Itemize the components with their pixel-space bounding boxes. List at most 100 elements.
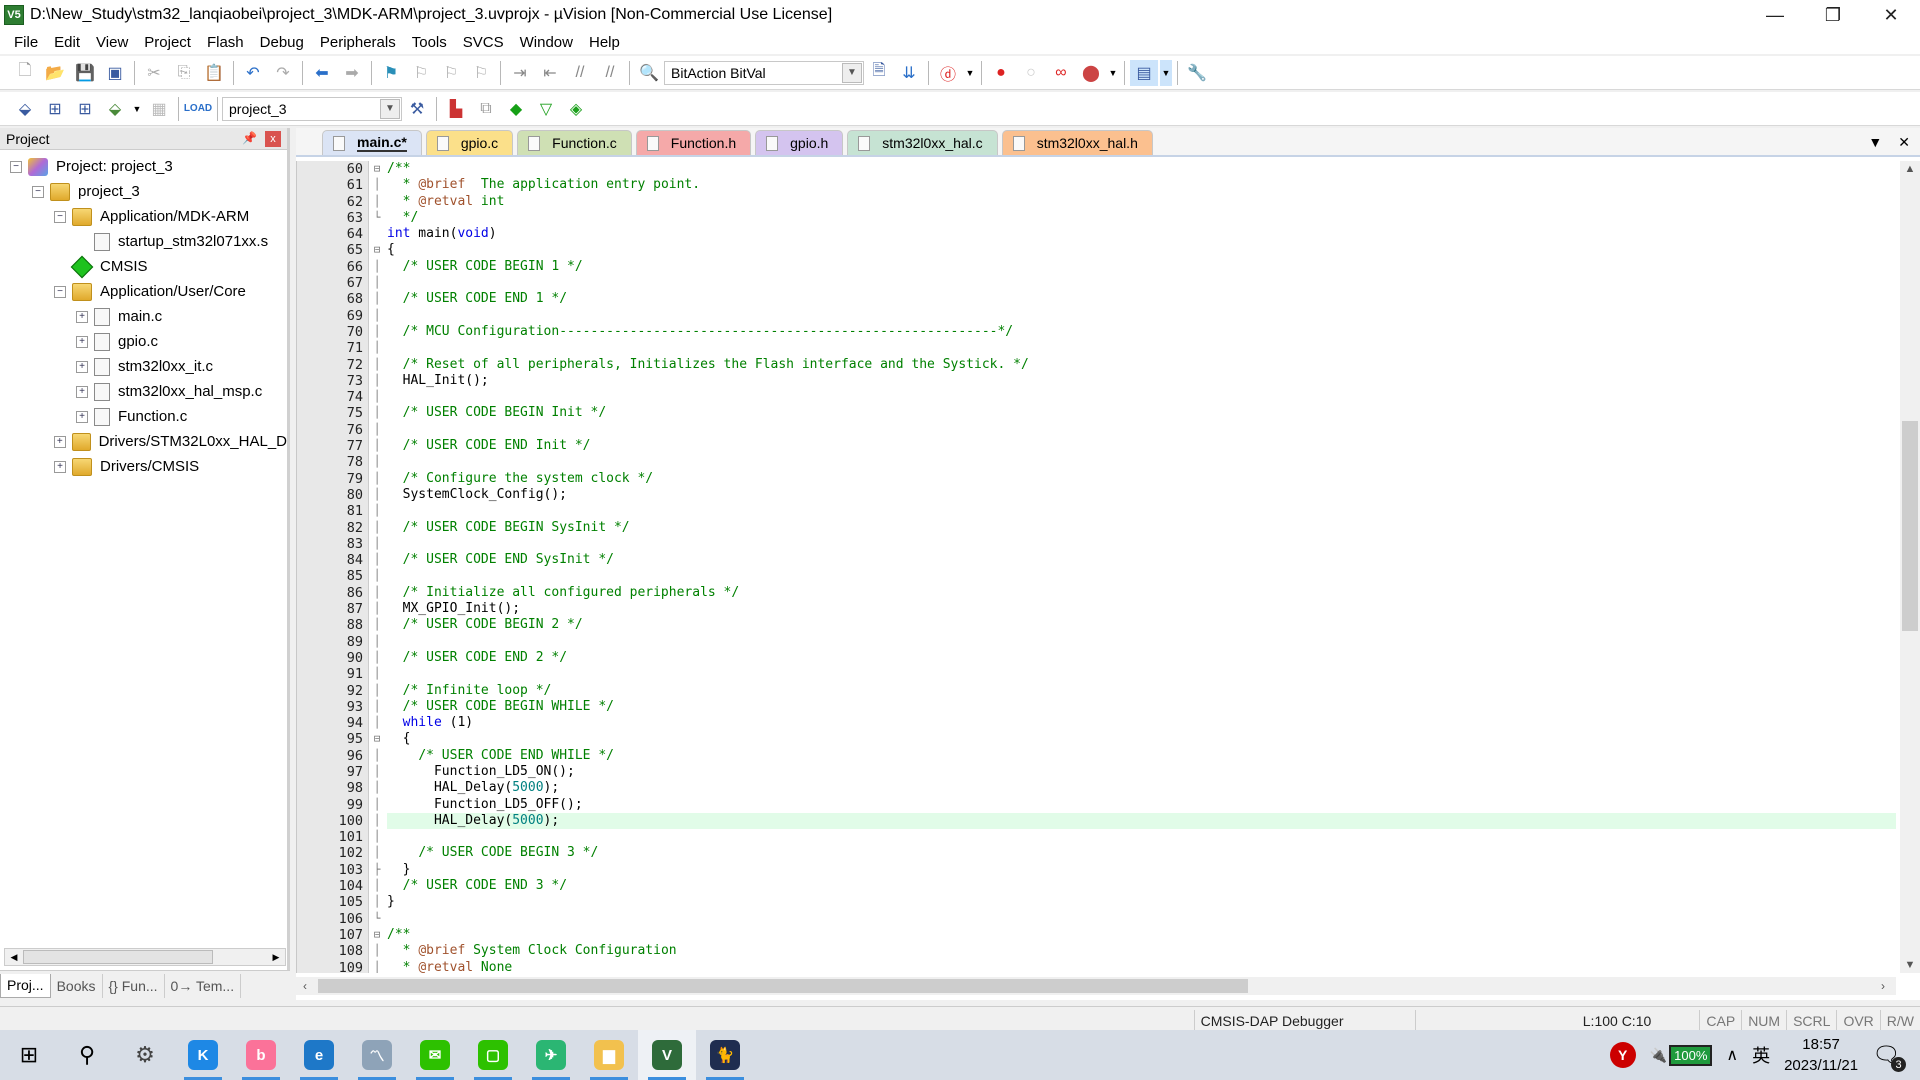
configure-wrench-icon[interactable]: 🔧 <box>1183 60 1211 86</box>
code-text[interactable]: int main(void) <box>387 226 1896 242</box>
code-text[interactable]: /* USER CODE BEGIN 1 */ <box>387 259 1896 275</box>
code-text[interactable] <box>387 308 1896 324</box>
tree-item-folder[interactable]: − Application/User/Core <box>0 279 287 304</box>
menu-edit[interactable]: Edit <box>46 34 88 51</box>
code-text[interactable]: /* USER CODE END 2 */ <box>387 650 1896 666</box>
redo-icon[interactable]: ↷ <box>269 60 297 86</box>
close-button[interactable]: ✕ <box>1862 0 1920 30</box>
menu-window[interactable]: Window <box>512 34 581 51</box>
code-text[interactable]: * @retval None <box>387 960 1896 973</box>
code-text[interactable] <box>387 340 1896 356</box>
code-text[interactable]: /* USER CODE END SysInit */ <box>387 552 1896 568</box>
select-software-packs-icon[interactable]: ▽ <box>532 96 560 122</box>
fold-toggle-icon[interactable]: ⊟ <box>367 731 387 747</box>
taskbar-start[interactable]: ⊞ <box>0 1030 58 1080</box>
code-text[interactable] <box>387 389 1896 405</box>
editor-tab[interactable]: main.c* <box>322 130 422 155</box>
incremental-find-icon[interactable]: 🗎 <box>865 60 893 86</box>
target-combobox[interactable]: project_3 ▼ <box>222 96 402 121</box>
code-text[interactable]: SystemClock_Config(); <box>387 487 1896 503</box>
navigate-forward-icon[interactable]: ➡ <box>338 60 366 86</box>
target-options-icon[interactable]: ⚒ <box>403 96 431 122</box>
taskbar-keil-uvision[interactable]: V <box>638 1030 696 1080</box>
scroll-left-icon[interactable]: ◀ <box>7 950 21 964</box>
editor-tab[interactable]: stm32l0xx_hal.h <box>1001 130 1153 155</box>
rebuild-icon[interactable]: ⊞ <box>71 96 99 122</box>
menu-project[interactable]: Project <box>136 34 199 51</box>
tree-item-file[interactable]: + Function.c <box>0 404 287 429</box>
battery-indicator[interactable]: 🔌 100% <box>1650 1044 1713 1066</box>
menu-flash[interactable]: Flash <box>199 34 252 51</box>
tree-item-target[interactable]: − project_3 <box>0 179 287 204</box>
tree-item-file[interactable]: + stm32l0xx_hal_msp.c <box>0 379 287 404</box>
expand-icon[interactable]: + <box>76 410 88 423</box>
chevron-down-icon[interactable]: ▼ <box>380 98 400 119</box>
tab-books[interactable]: Books <box>51 973 103 998</box>
code-text[interactable]: */ <box>387 210 1896 226</box>
code-text[interactable] <box>387 422 1896 438</box>
fold-toggle-icon[interactable]: ⊟ <box>367 242 387 258</box>
code-text[interactable]: Function_LD5_OFF(); <box>387 797 1896 813</box>
clock[interactable]: 18:57 2023/11/21 <box>1784 1034 1858 1076</box>
close-panel-icon[interactable]: x <box>265 131 281 147</box>
code-text[interactable]: * @brief System Clock Configuration <box>387 943 1896 959</box>
menu-svcs[interactable]: SVCS <box>455 34 512 51</box>
scroll-down-icon[interactable]: ▼ <box>1900 957 1920 973</box>
code-text[interactable]: /* USER CODE BEGIN Init */ <box>387 405 1896 421</box>
new-file-icon[interactable]: 🗋 <box>11 60 39 86</box>
taskbar-kugou[interactable]: K <box>174 1030 232 1080</box>
editor-tab[interactable]: gpio.c <box>425 130 514 155</box>
tree-item-file[interactable]: + stm32l0xx_it.c <box>0 354 287 379</box>
code-text[interactable]: /* USER CODE END Init */ <box>387 438 1896 454</box>
kill-breakpoints-icon[interactable]: ⬤ <box>1077 60 1105 86</box>
code-text[interactable]: /* Reset of all peripherals, Initializes… <box>387 357 1896 373</box>
uncomment-icon[interactable]: // <box>596 60 624 86</box>
editor-tab[interactable]: Function.c <box>517 130 632 155</box>
cut-icon[interactable]: ✂ <box>140 60 168 86</box>
pin-icon[interactable]: 📌 <box>242 131 257 145</box>
code-text[interactable]: HAL_Delay(5000); <box>387 780 1896 796</box>
menu-tools[interactable]: Tools <box>404 34 455 51</box>
pack-installer-icon[interactable]: ◈ <box>562 96 590 122</box>
tab-project[interactable]: Proj... <box>0 973 51 998</box>
code-text[interactable] <box>387 634 1896 650</box>
code-text[interactable]: } <box>387 894 1896 910</box>
scroll-thumb[interactable] <box>318 979 1248 993</box>
code-text[interactable]: /* USER CODE END 3 */ <box>387 878 1896 894</box>
code-text[interactable] <box>387 666 1896 682</box>
collapse-icon[interactable]: − <box>54 210 66 223</box>
expand-icon[interactable]: + <box>54 460 66 473</box>
tree-item-folder[interactable]: − Application/MDK-ARM <box>0 204 287 229</box>
code-text[interactable]: /* USER CODE END 1 */ <box>387 291 1896 307</box>
taskbar-resource-monitor[interactable]: 〽 <box>348 1030 406 1080</box>
chevron-down-icon[interactable]: ▼ <box>842 62 862 83</box>
code-text[interactable]: while (1) <box>387 715 1896 731</box>
menu-file[interactable]: File <box>6 34 46 51</box>
taskbar-settings[interactable]: ⚙ <box>116 1030 174 1080</box>
window-layout-icon[interactable]: ▤ <box>1130 59 1158 86</box>
find-in-files-icon[interactable]: 🔍 <box>635 60 663 86</box>
close-tab-icon[interactable]: ✕ <box>1898 134 1910 151</box>
taskbar-search[interactable]: ⚲ <box>58 1030 116 1080</box>
open-file-icon[interactable]: 📂 <box>41 60 69 86</box>
code-text[interactable]: /* Infinite loop */ <box>387 683 1896 699</box>
indent-icon[interactable]: ⇥ <box>506 60 534 86</box>
menu-view[interactable]: View <box>88 34 136 51</box>
code-text[interactable]: /* USER CODE BEGIN 2 */ <box>387 617 1896 633</box>
disable-breakpoint-icon[interactable]: ○ <box>1017 60 1045 86</box>
save-all-icon[interactable]: ▣ <box>101 60 129 86</box>
taskbar-file-explorer[interactable]: ▆ <box>580 1030 638 1080</box>
code-text[interactable] <box>387 503 1896 519</box>
restore-button[interactable]: ❐ <box>1804 0 1862 30</box>
copy-icon[interactable]: ⎘ <box>170 60 198 86</box>
expand-icon[interactable]: + <box>76 335 88 348</box>
taskbar-bilibili[interactable]: b <box>232 1030 290 1080</box>
scroll-right-icon[interactable]: › <box>1874 977 1892 995</box>
tab-functions[interactable]: {} Fun... <box>103 973 165 998</box>
menu-peripherals[interactable]: Peripherals <box>312 34 404 51</box>
translate-icon[interactable]: ⬙ <box>11 96 39 122</box>
code-text[interactable] <box>387 536 1896 552</box>
dropdown-arrow-icon[interactable]: ▼ <box>1160 59 1172 86</box>
tree-item-file[interactable]: startup_stm32l071xx.s <box>0 229 287 254</box>
taskbar-edge[interactable]: e <box>290 1030 348 1080</box>
